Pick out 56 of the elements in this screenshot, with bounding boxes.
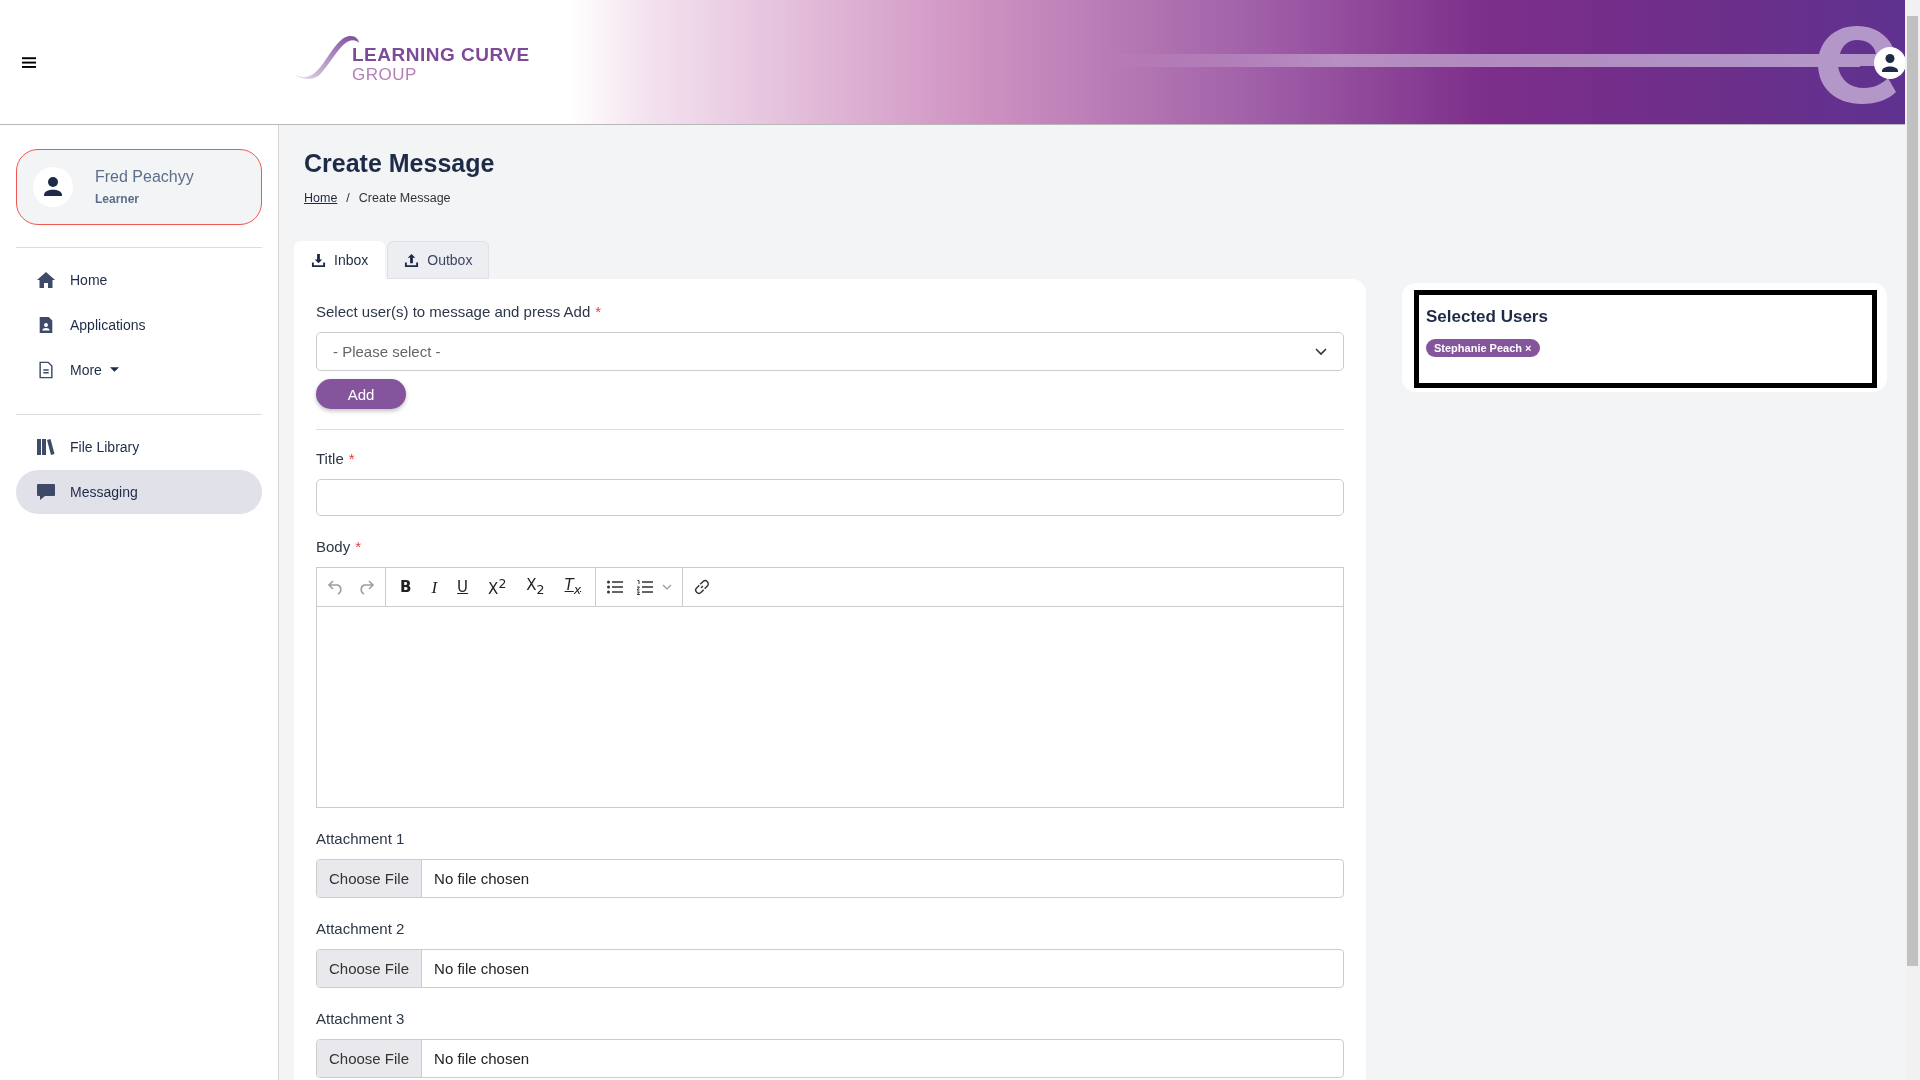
file-input-field[interactable]: Choose File No file chosen <box>316 859 1344 898</box>
profile-card[interactable]: Fred Peachyy Learner <box>16 149 262 225</box>
format-button[interactable]: U <box>453 579 473 595</box>
sidebar-item[interactable]: Applications <box>16 303 262 347</box>
home-icon <box>36 271 56 289</box>
field-label: Attachment 1 <box>316 830 405 847</box>
field-label: Body <box>316 538 351 555</box>
sidebar-item[interactable]: File Library <box>16 425 262 469</box>
user-select-field[interactable]: - Please select - <box>316 332 1344 371</box>
title-input-field[interactable] <box>316 479 1344 516</box>
books-icon <box>36 438 56 456</box>
redo-icon[interactable] <box>357 579 375 595</box>
breadcrumb-current: Create Message <box>358 191 451 205</box>
format-button[interactable]: X$^{2}$ <box>484 577 511 597</box>
format-button[interactable]: X$_{2}$ <box>522 577 549 597</box>
file-input-field[interactable]: Choose File No file chosen <box>316 949 1344 988</box>
required-mark: * <box>355 538 362 555</box>
chevron-down-icon <box>1315 347 1327 356</box>
breadcrumb-separator: / <box>346 191 350 205</box>
breadcrumb-link[interactable]: Home <box>304 191 338 205</box>
scrollbar[interactable] <box>1905 0 1920 1080</box>
user-avatar-icon[interactable] <box>1874 47 1906 79</box>
sidebar-item[interactable]: Home <box>16 258 262 302</box>
upload-icon <box>404 252 420 268</box>
menu-icon[interactable] <box>22 55 36 69</box>
user-role: Learner <box>95 192 141 206</box>
numbered-list-icon[interactable] <box>636 579 655 595</box>
link-icon[interactable] <box>693 579 712 595</box>
add-button[interactable]: Add <box>316 379 406 409</box>
logo-subtitle: GROUP <box>352 65 418 84</box>
required-mark: * <box>595 303 602 320</box>
field-label: Title <box>316 450 344 467</box>
field-label: Attachment 2 <box>316 920 405 937</box>
chat-icon <box>36 483 56 501</box>
format-button[interactable]: T$_{x}$ <box>560 577 586 597</box>
tab[interactable]: Inbox <box>294 241 386 279</box>
tab[interactable]: Outbox <box>387 241 490 279</box>
sidebar-item[interactable]: Messaging <box>16 470 262 514</box>
bullet-list-icon[interactable] <box>606 579 625 595</box>
user-name: Fred Peachyy <box>95 168 194 186</box>
logo-title: LEARNING CURVE <box>352 44 530 65</box>
page-title: Create Message <box>304 148 496 179</box>
chevron-down-icon[interactable] <box>662 584 673 590</box>
required-mark: * <box>348 450 355 467</box>
user-avatar-icon <box>33 167 73 207</box>
sidebar-item[interactable]: More <box>16 348 262 392</box>
document-icon <box>36 361 56 379</box>
undo-icon[interactable] <box>327 579 345 595</box>
download-icon <box>311 252 326 268</box>
panel-title: Selected Users <box>1426 307 1549 327</box>
field-label: Select user(s) to message and press Add <box>316 303 591 320</box>
format-button[interactable]: B <box>396 579 416 595</box>
file-input-field[interactable]: Choose File No file chosen <box>316 1039 1344 1078</box>
format-button[interactable]: I <box>427 578 442 596</box>
field-label: Attachment 3 <box>316 1010 405 1027</box>
user-chip[interactable]: Stephanie Peach × <box>1426 339 1540 357</box>
